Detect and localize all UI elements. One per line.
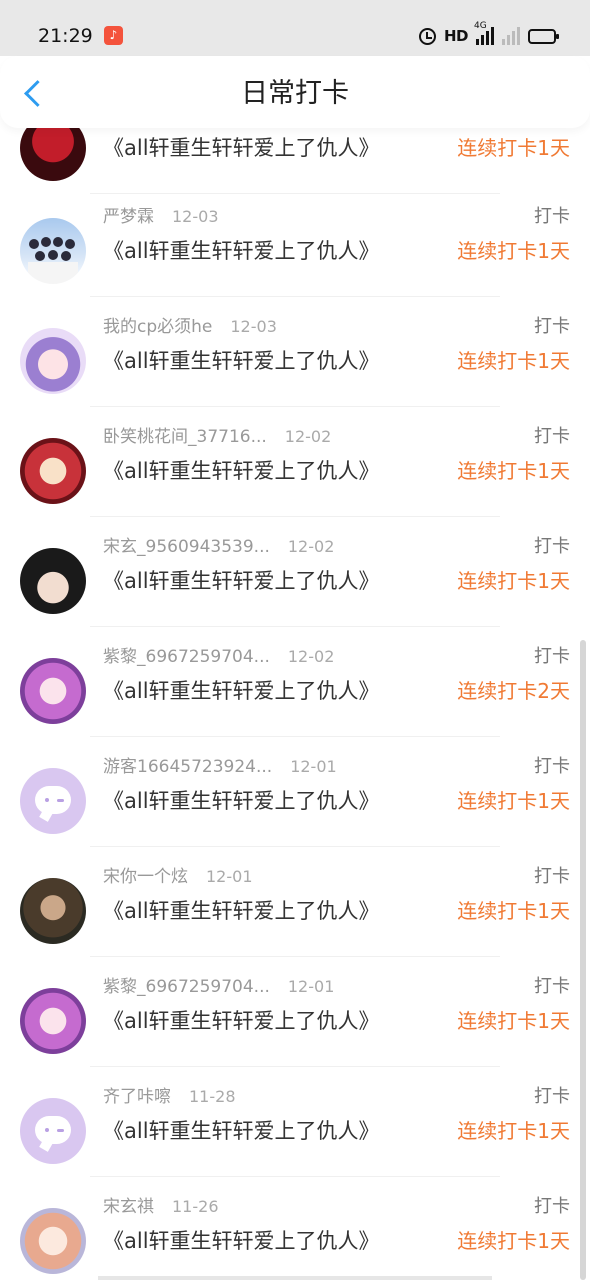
username[interactable]: 卧笑桃花间_37716... <box>103 424 267 450</box>
avatar[interactable] <box>20 328 86 394</box>
avatar[interactable] <box>20 988 86 1054</box>
book-title: 《all轩重生轩轩爱上了仇人》 <box>103 899 380 923</box>
username[interactable]: 紫黎_6967259704... <box>103 644 270 670</box>
hd-label: HD <box>443 27 469 45</box>
alarm-icon <box>418 27 436 45</box>
book-title: 《all轩重生轩轩爱上了仇人》 <box>103 239 380 263</box>
avatar[interactable] <box>20 878 86 944</box>
checkin-date: 12-03 <box>172 207 219 226</box>
list-item[interactable]: 紫黎_6967259704... 12-02 《all轩重生轩轩爱上了仇人》 打… <box>0 627 590 737</box>
checkin-label: 打卡 <box>534 866 570 887</box>
status-time: 21:29 <box>38 25 93 47</box>
checkin-label: 打卡 <box>534 646 570 667</box>
user-meta: 我的cp必须he 12-03 <box>103 314 277 340</box>
checkin-label: 打卡 <box>534 1196 570 1217</box>
avatar[interactable] <box>20 438 86 504</box>
avatar[interactable] <box>20 218 86 284</box>
checkin-date: 12-02 <box>284 427 332 446</box>
book-title: 《all轩重生轩轩爱上了仇人》 <box>103 349 380 373</box>
checkin-label: 打卡 <box>534 426 570 447</box>
checkin-label: 打卡 <box>534 1086 570 1107</box>
user-meta: 宋玄祺 11-26 <box>103 1194 219 1220</box>
user-meta: 宋玄_9560943539... 12-02 <box>103 534 334 560</box>
streak-label: 连续打卡1天 <box>457 1009 570 1033</box>
list-item[interactable]: 宋玄祺 11-26 《all轩重生轩轩爱上了仇人》 打卡 连续打卡1天 <box>0 1177 590 1280</box>
checkin-label: 打卡 <box>534 206 570 227</box>
checkin-label: 打卡 <box>534 536 570 557</box>
book-title: 《all轩重生轩轩爱上了仇人》 <box>103 1009 380 1033</box>
user-meta: 紫黎_6967259704... 12-02 <box>103 644 334 670</box>
signal-4g-icon: 4G <box>474 21 494 45</box>
signal-weak-icon <box>502 27 520 45</box>
username[interactable]: 宋你一个炫 <box>103 864 188 890</box>
streak-label: 连续打卡1天 <box>457 1229 570 1253</box>
scrollbar[interactable] <box>580 640 586 1280</box>
checkin-date: 12-02 <box>287 647 335 666</box>
user-meta: 游客16645723924... 12-01 <box>103 754 337 780</box>
checkin-date: 12-03 <box>230 317 277 336</box>
book-title: 《all轩重生轩轩爱上了仇人》 <box>103 136 380 160</box>
list-item[interactable]: 严梦霖 12-03 《all轩重生轩轩爱上了仇人》 打卡 连续打卡1天 <box>0 187 590 297</box>
music-app-icon: ♪ <box>104 26 123 45</box>
list-item[interactable]: 游客16645723924... 12-01 《all轩重生轩轩爱上了仇人》 打… <box>0 737 590 847</box>
book-title: 《all轩重生轩轩爱上了仇人》 <box>103 569 380 593</box>
list-item[interactable]: 紫黎_6967259704... 12-01 《all轩重生轩轩爱上了仇人》 打… <box>0 957 590 1067</box>
checkin-label: 打卡 <box>534 316 570 337</box>
list-item[interactable]: 卧笑桃花间_37716... 12-02 《all轩重生轩轩爱上了仇人》 打卡 … <box>0 407 590 517</box>
checkin-date: 12-01 <box>290 757 337 776</box>
book-title: 《all轩重生轩轩爱上了仇人》 <box>103 459 380 483</box>
user-meta: 卧笑桃花间_37716... 12-02 <box>103 424 331 450</box>
user-meta: 齐了咔嚓 11-28 <box>103 1084 236 1110</box>
header-bar: 日常打卡 <box>0 56 590 128</box>
streak-label: 连续打卡1天 <box>457 899 570 923</box>
list-item[interactable]: 宋你一个炫 12-01 《all轩重生轩轩爱上了仇人》 打卡 连续打卡1天 <box>0 847 590 957</box>
streak-label: 连续打卡1天 <box>457 239 570 263</box>
avatar[interactable] <box>20 658 86 724</box>
checkin-date: 12-01 <box>287 977 335 996</box>
streak-label: 连续打卡1天 <box>457 349 570 373</box>
streak-label: 连续打卡1天 <box>457 789 570 813</box>
checkin-date: 12-01 <box>206 867 253 886</box>
user-meta: 紫黎_6967259704... 12-01 <box>103 974 334 1000</box>
list-item[interactable]: 齐了咔嚓 11-28 《all轩重生轩轩爱上了仇人》 打卡 连续打卡1天 <box>0 1067 590 1177</box>
user-meta: 严梦霖 12-03 <box>103 204 219 230</box>
streak-label: 连续打卡2天 <box>457 679 570 703</box>
checkin-date: 11-26 <box>172 1197 219 1216</box>
page-title: 日常打卡 <box>241 78 349 109</box>
streak-label: 连续打卡1天 <box>457 459 570 483</box>
battery-icon <box>528 28 559 44</box>
checkin-label: 打卡 <box>534 976 570 997</box>
book-title: 《all轩重生轩轩爱上了仇人》 <box>103 1229 380 1253</box>
username[interactable]: 宋玄祺 <box>103 1194 154 1220</box>
home-indicator <box>98 1276 492 1280</box>
avatar[interactable] <box>20 548 86 614</box>
checkin-date: 11-28 <box>189 1087 236 1106</box>
status-icons: HD 4G <box>418 21 559 50</box>
checkin-date: 12-02 <box>287 537 335 556</box>
book-title: 《all轩重生轩轩爱上了仇人》 <box>103 789 380 813</box>
status-bar: 21:29 ♪ HD 4G <box>0 0 590 56</box>
streak-label: 连续打卡1天 <box>457 136 570 160</box>
checkin-list[interactable]: 《all轩重生轩轩爱上了仇人》 连续打卡1天 严梦霖 12-03 《all轩重生… <box>0 0 590 1280</box>
username[interactable]: 我的cp必须he <box>103 314 212 340</box>
username[interactable]: 宋玄_9560943539... <box>103 534 270 560</box>
username[interactable]: 游客16645723924... <box>103 754 272 780</box>
default-avatar-icon[interactable] <box>20 1098 86 1164</box>
list-item[interactable]: 我的cp必须he 12-03 《all轩重生轩轩爱上了仇人》 打卡 连续打卡1天 <box>0 297 590 407</box>
streak-label: 连续打卡1天 <box>457 1119 570 1143</box>
username[interactable]: 紫黎_6967259704... <box>103 974 270 1000</box>
avatar[interactable] <box>20 1208 86 1274</box>
default-avatar-icon[interactable] <box>20 768 86 834</box>
list-item[interactable]: 宋玄_9560943539... 12-02 《all轩重生轩轩爱上了仇人》 打… <box>0 517 590 627</box>
book-title: 《all轩重生轩轩爱上了仇人》 <box>103 1119 380 1143</box>
username[interactable]: 齐了咔嚓 <box>103 1084 171 1110</box>
checkin-label: 打卡 <box>534 756 570 777</box>
user-meta: 宋你一个炫 12-01 <box>103 864 253 890</box>
username[interactable]: 严梦霖 <box>103 204 154 230</box>
book-title: 《all轩重生轩轩爱上了仇人》 <box>103 679 380 703</box>
streak-label: 连续打卡1天 <box>457 569 570 593</box>
